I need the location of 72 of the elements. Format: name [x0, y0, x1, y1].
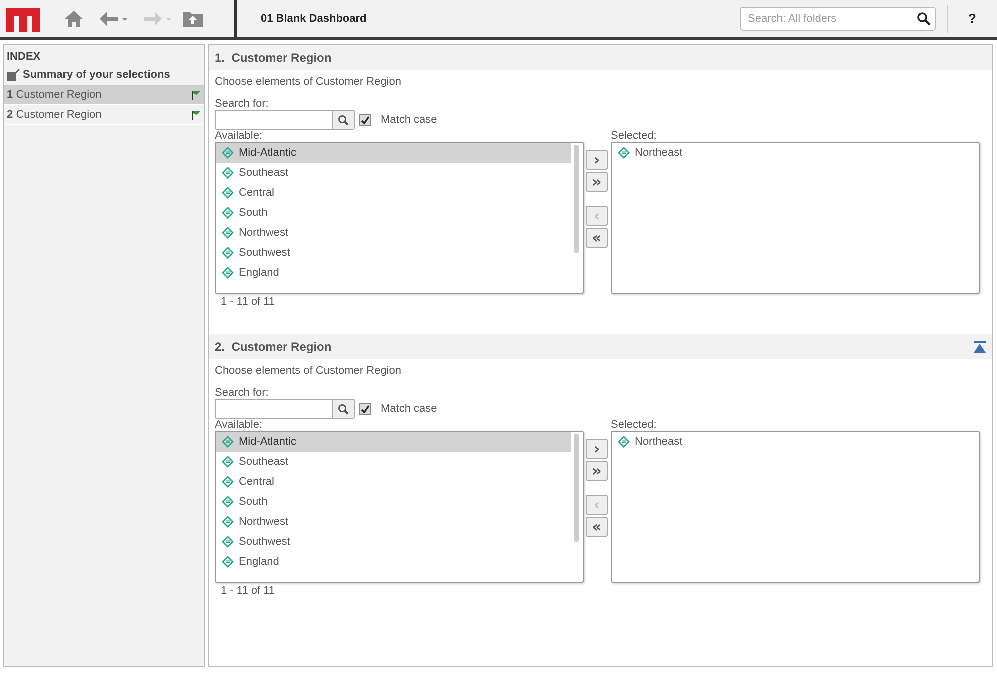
list-item[interactable]: Northwest [216, 223, 571, 243]
move-button[interactable]: › [586, 439, 608, 459]
available-label: Available: [215, 130, 264, 142]
element-icon [222, 476, 234, 488]
prompt-text: Choose elements of Customer Region [215, 365, 402, 377]
selected-label: Selected: [611, 419, 658, 431]
home-icon[interactable] [64, 10, 84, 28]
sidebar-item[interactable]: 1 Customer Region [4, 85, 204, 105]
match-case-label: Match case [381, 403, 438, 415]
pager-text: 1 - 11 of 11 [220, 584, 276, 597]
element-icon [222, 516, 234, 528]
search-icon[interactable] [338, 114, 349, 126]
match-case-checkbox[interactable] [359, 403, 371, 415]
list-item[interactable]: England [216, 263, 571, 283]
element-icon [222, 556, 234, 568]
element-icon [222, 436, 234, 448]
list-item[interactable]: Southeast [216, 163, 571, 183]
element-icon [222, 167, 234, 179]
match-case-checkbox[interactable] [359, 114, 371, 126]
list-item[interactable]: England [216, 552, 571, 572]
edit-icon [7, 69, 20, 81]
list-item[interactable]: Southeast [216, 452, 571, 472]
move-button[interactable]: › [586, 150, 608, 170]
list-item[interactable]: Southwest [216, 532, 571, 552]
element-icon [222, 227, 234, 239]
search-box[interactable]: Search: All folders [740, 6, 936, 30]
flag-icon [191, 90, 201, 100]
element-icon [222, 147, 234, 159]
list-item[interactable]: Mid-Atlantic [216, 432, 571, 452]
element-icon [222, 207, 234, 219]
section-title: 2. Customer Region [215, 340, 332, 354]
section-title: 1. Customer Region [215, 50, 332, 64]
scrollbar-thumb[interactable] [574, 434, 579, 542]
help-button[interactable]: ? [947, 4, 997, 32]
search-label: Search for: [215, 387, 270, 399]
match-case-label: Match case [381, 114, 438, 126]
selected-label: Selected: [611, 130, 658, 142]
scroll-to-top-icon[interactable] [974, 340, 986, 352]
move-button[interactable]: « [586, 517, 608, 537]
list-item[interactable]: Northwest [216, 512, 571, 532]
move-button[interactable]: « [586, 228, 608, 248]
available-label: Available: [215, 419, 264, 431]
list-item[interactable]: Mid-Atlantic [216, 143, 571, 163]
search-label: Search for: [215, 98, 270, 110]
list-item[interactable]: Northeast [612, 143, 979, 163]
prompt-text: Choose elements of Customer Region [215, 76, 402, 88]
back-arrow-icon[interactable] [98, 10, 128, 28]
search-icon[interactable] [338, 404, 349, 414]
list-item[interactable]: South [216, 203, 571, 223]
element-icon [222, 267, 234, 279]
element-icon [222, 536, 234, 548]
logo-icon[interactable] [6, 6, 40, 32]
element-icon [222, 247, 234, 259]
scrollbar-thumb[interactable] [574, 145, 579, 253]
move-button[interactable]: » [586, 172, 608, 192]
element-icon [618, 436, 630, 448]
list-item[interactable]: Southwest [216, 243, 571, 263]
flag-icon [191, 110, 201, 120]
search-icon[interactable] [917, 12, 931, 26]
move-button[interactable]: » [586, 461, 608, 481]
list-item[interactable]: Northeast [612, 432, 979, 452]
list-item[interactable]: Central [216, 183, 571, 203]
list-item[interactable]: South [216, 492, 571, 512]
index-title: INDEX [6, 51, 42, 63]
folder-up-icon[interactable] [182, 10, 204, 28]
element-icon [618, 147, 630, 159]
list-item[interactable]: Central [216, 472, 571, 492]
element-icon [222, 187, 234, 199]
element-icon [222, 456, 234, 468]
summary-link[interactable]: Summary of your selections [23, 69, 170, 81]
element-icon [222, 496, 234, 508]
pager-text: 1 - 11 of 11 [220, 295, 276, 308]
